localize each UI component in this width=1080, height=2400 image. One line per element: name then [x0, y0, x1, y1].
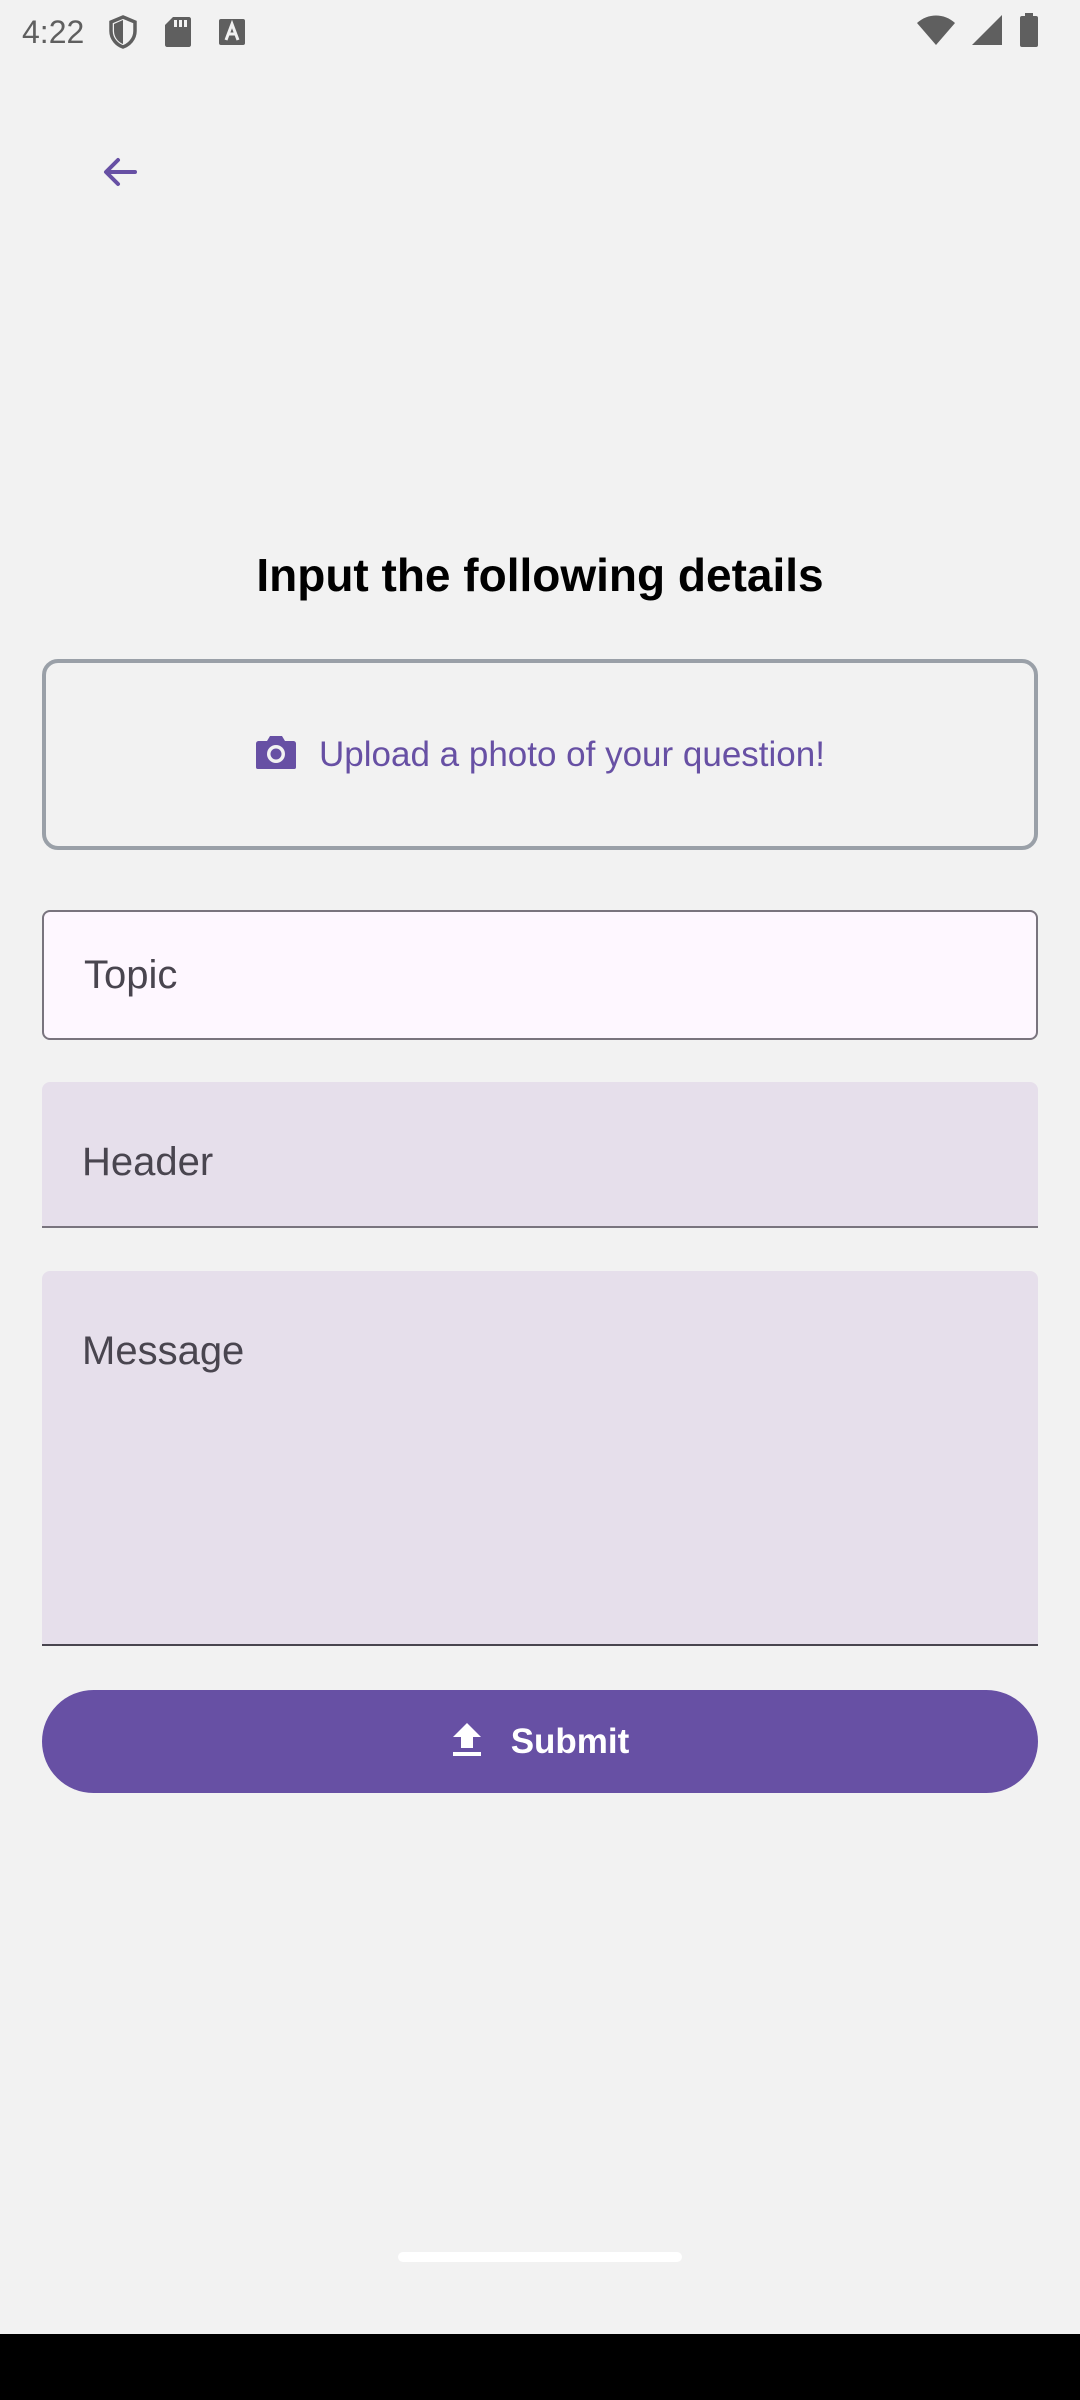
signal-icon: [970, 13, 1004, 47]
status-right-icons: [916, 12, 1040, 48]
message-field[interactable]: Message: [42, 1271, 1038, 1646]
status-left-icons: [108, 15, 246, 49]
topic-field[interactable]: Topic: [42, 910, 1038, 1040]
topic-placeholder: Topic: [84, 952, 178, 997]
header-field[interactable]: Header: [42, 1082, 1038, 1228]
submit-button[interactable]: Submit: [42, 1690, 1038, 1793]
sd-card-icon: [164, 15, 192, 49]
battery-icon: [1018, 12, 1040, 48]
upload-icon: [451, 1721, 483, 1762]
navigation-bar: [0, 2334, 1080, 2400]
upload-photo-button[interactable]: Upload a photo of your question!: [42, 659, 1038, 850]
screen: 4:22 Input the following details Upload …: [0, 0, 1080, 2400]
status-time: 4:22: [22, 13, 85, 50]
arrow-back-icon: [101, 153, 139, 196]
upload-photo-label: Upload a photo of your question!: [319, 734, 825, 774]
camera-icon: [255, 734, 297, 775]
home-gesture-handle[interactable]: [398, 2252, 682, 2262]
submit-label: Submit: [510, 1721, 630, 1761]
shield-icon: [108, 15, 138, 49]
message-placeholder: Message: [82, 1329, 245, 1373]
text-a-icon: [218, 18, 246, 46]
status-bar: 4:22: [0, 0, 1080, 64]
header-placeholder: Header: [82, 1140, 214, 1184]
back-button[interactable]: [84, 138, 156, 210]
page-title: Input the following details: [256, 549, 824, 601]
wifi-icon: [916, 13, 956, 47]
